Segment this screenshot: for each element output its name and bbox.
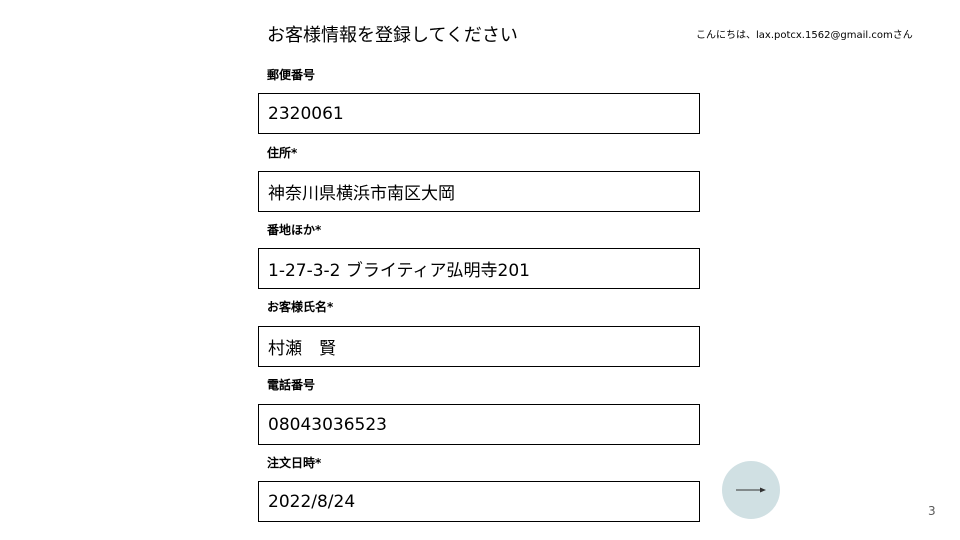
- street-address-field[interactable]: 1-27-3-2 ブライティア弘明寺201: [258, 248, 700, 289]
- next-button[interactable]: [722, 461, 780, 519]
- postal-code-label: 郵便番号: [267, 68, 316, 82]
- user-greeting: こんにちは、lax.potcx.1562@gmail.comさん: [696, 30, 913, 41]
- street-address-label: 番地ほか*: [267, 223, 322, 237]
- arrow-right-icon: [736, 487, 766, 493]
- order-date-field[interactable]: 2022/8/24: [258, 481, 700, 522]
- order-date-label: 注文日時*: [267, 456, 322, 470]
- slide-number: 3: [928, 504, 936, 518]
- postal-code-field[interactable]: 2320061: [258, 93, 700, 134]
- page-title: お客様情報を登録してください: [267, 25, 518, 46]
- address-label: 住所*: [267, 146, 298, 160]
- customer-name-label: お客様氏名*: [267, 300, 334, 314]
- customer-name-field[interactable]: 村瀬 賢: [258, 326, 700, 367]
- phone-number-field[interactable]: 08043036523: [258, 404, 700, 445]
- phone-number-label: 電話番号: [267, 378, 316, 392]
- address-field[interactable]: 神奈川県横浜市南区大岡: [258, 171, 700, 212]
